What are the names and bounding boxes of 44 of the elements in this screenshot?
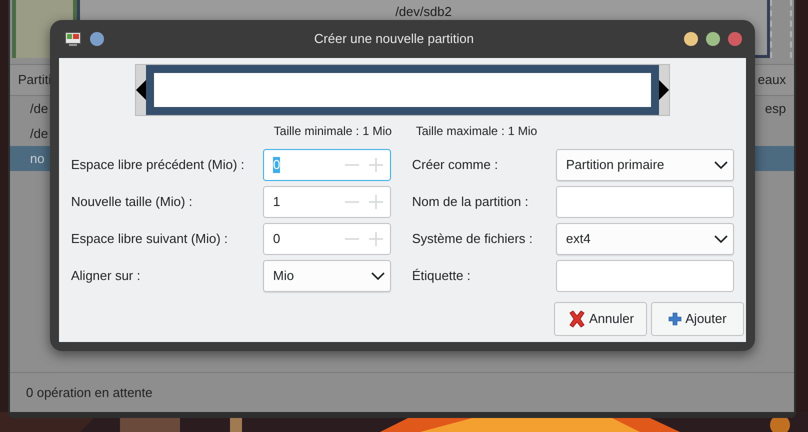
spin-field[interactable]: 0 — [263, 223, 391, 255]
window-title: Créer une nouvelle partition — [313, 30, 475, 48]
field-value: 0 — [273, 157, 280, 173]
size-label: Taille minimale : 1 Mio — [274, 123, 392, 140]
plus-icon — [668, 312, 682, 326]
maximize-button[interactable] — [706, 32, 720, 46]
field-label: Système de fichiers : — [412, 230, 534, 248]
chevron-down-icon — [714, 160, 728, 170]
plus-icon[interactable] — [368, 231, 384, 247]
partition-block — [770, 0, 792, 58]
spin-field[interactable]: 1 — [263, 186, 391, 218]
cancel-button[interactable]: Annuler — [554, 302, 647, 336]
status-text: 0 opération en attente — [26, 384, 152, 402]
field-label: Aligner sur : — [71, 267, 142, 286]
field-label: Espace libre précédent (Mio) : — [71, 156, 246, 174]
x-icon — [567, 309, 588, 329]
app-icon — [65, 32, 81, 46]
chevron-down-icon — [371, 272, 385, 280]
add-button[interactable]: Ajouter — [651, 302, 744, 336]
dropdown[interactable]: ext4 — [556, 223, 734, 255]
text-field[interactable] — [556, 260, 734, 292]
field-label: Étiquette : — [412, 267, 472, 286]
field-label: Nom de la partition : — [412, 193, 530, 212]
chevron-down-icon — [714, 234, 728, 244]
table-cell-text: no — [30, 150, 44, 168]
text-field[interactable] — [556, 186, 734, 218]
column-header[interactable]: Partiti — [18, 70, 52, 90]
field-label: Nouvelle taille (Mio) : — [71, 193, 194, 212]
size-label: Taille maximale : 1 Mio — [416, 123, 538, 140]
table-cell-text: esp — [765, 100, 786, 118]
window-menu-button[interactable] — [90, 32, 104, 46]
minimize-button[interactable] — [684, 32, 698, 46]
plus-icon[interactable] — [368, 157, 384, 173]
field-label: Créer comme : — [412, 156, 499, 174]
field-value: 0 — [273, 231, 280, 247]
table-cell-text: /de — [30, 100, 48, 118]
plus-icon[interactable] — [368, 194, 384, 210]
close-button[interactable] — [728, 32, 742, 46]
field-label: Espace libre suivant (Mio) : — [71, 230, 229, 248]
partition-label: /dev/sdb2 — [395, 4, 452, 19]
dropdown[interactable]: Mio — [263, 260, 391, 292]
dropdown[interactable]: Partition primaire — [556, 149, 734, 181]
column-header[interactable]: eaux — [758, 70, 786, 90]
field-value: 1 — [273, 194, 280, 210]
